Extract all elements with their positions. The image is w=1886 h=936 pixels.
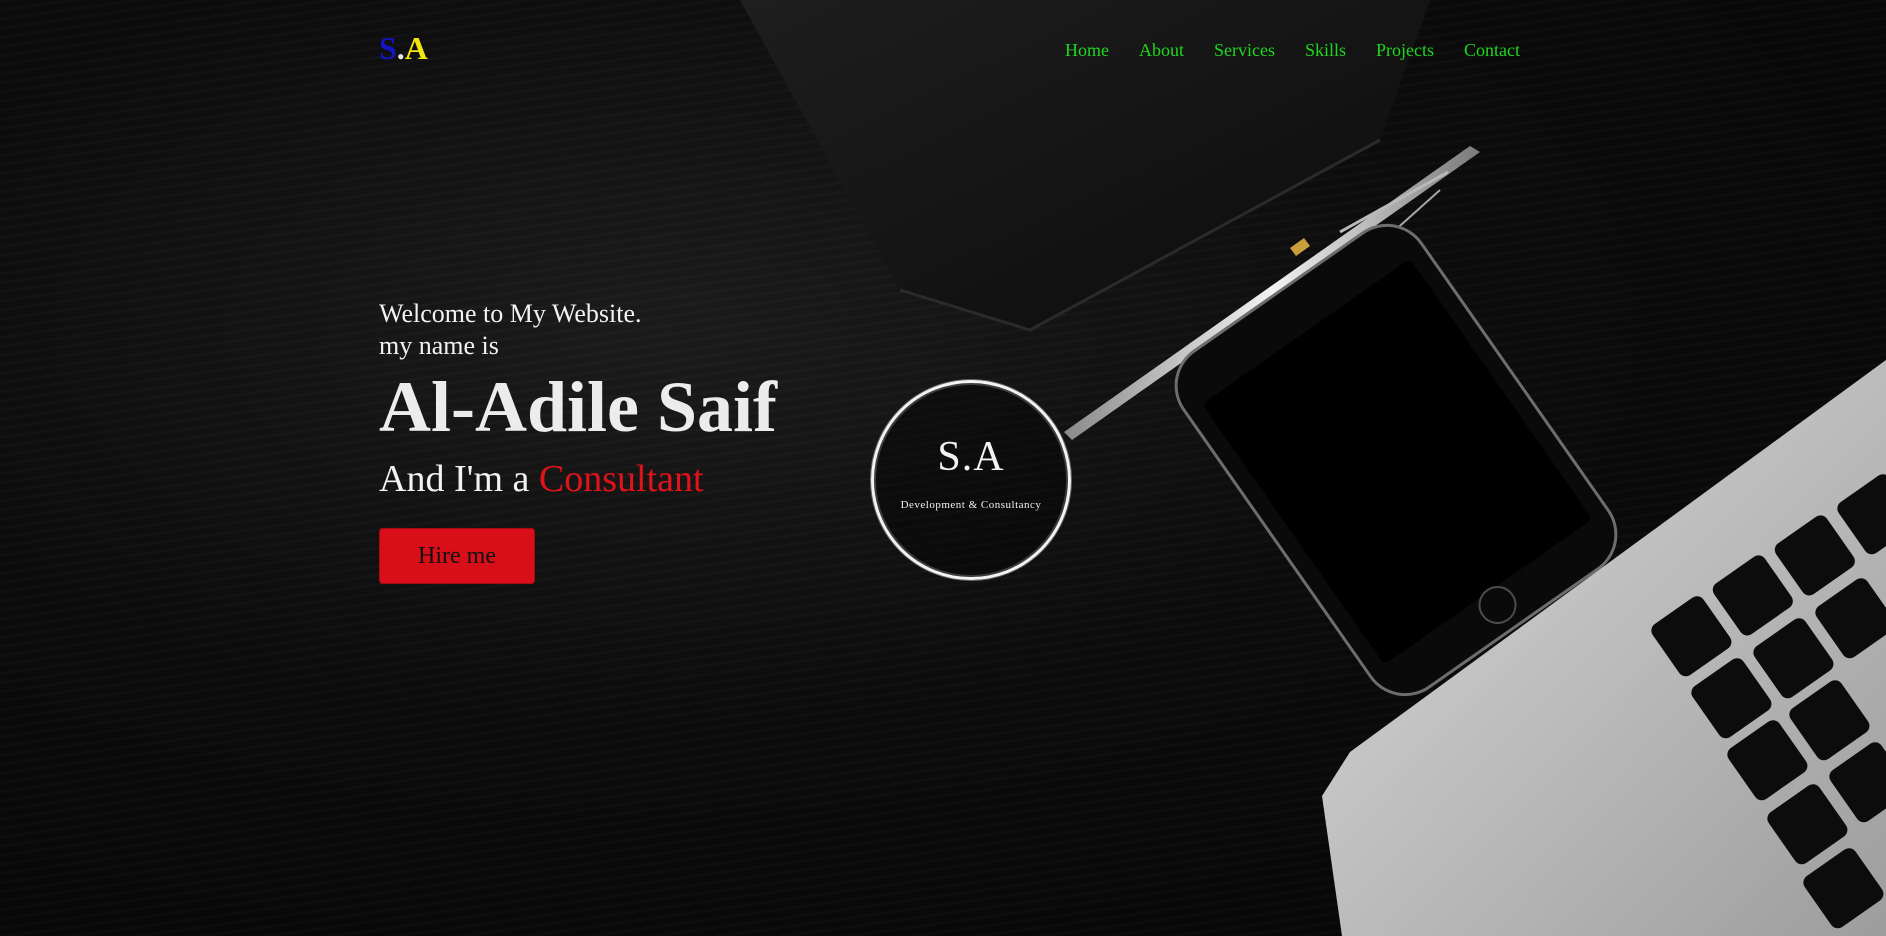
badge-tagline: Development & Consultancy [900,499,1042,511]
logo-letter-a: A [404,30,428,66]
hero-name: Al-Adile Saif [379,367,778,447]
hire-me-button[interactable]: Hire me [379,528,535,584]
role-accent: Consultant [538,458,704,500]
brand-badge: S.A Development & Consultancy [871,380,1071,580]
badge-mark: S.A [937,434,1005,480]
role-line: And I'm a Consultant [379,456,777,502]
top-navbar: S.A Home About Services Skills Projects … [0,0,1886,100]
nav-link-projects[interactable]: Projects [1376,40,1434,61]
nav-link-services[interactable]: Services [1214,40,1275,61]
nav-link-home[interactable]: Home [1065,40,1109,61]
role-prefix: And I'm a [379,458,530,500]
site-logo[interactable]: S.A [379,30,428,67]
logo-letter-s: S [379,30,397,66]
nav-link-about[interactable]: About [1139,40,1184,61]
main-nav: Home About Services Skills Projects Cont… [1035,40,1520,61]
logo-dot: . [396,30,405,66]
nav-link-contact[interactable]: Contact [1464,40,1520,61]
intro-text: my name is [379,331,499,360]
hero-section: Welcome to My Website. my name is Al-Adi… [379,298,777,584]
nav-link-skills[interactable]: Skills [1305,40,1346,61]
welcome-text: Welcome to My Website. [379,299,642,328]
